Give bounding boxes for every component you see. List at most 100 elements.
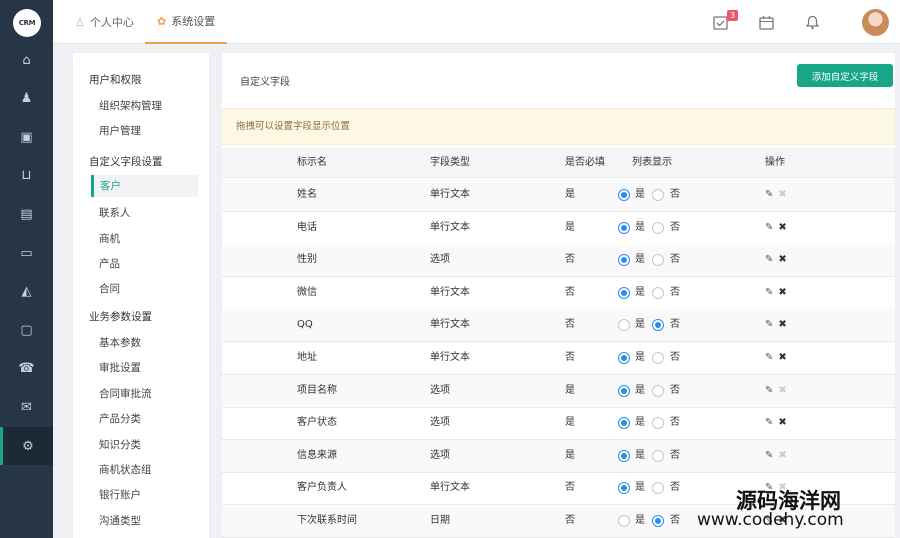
show-yes-radio[interactable] [618, 189, 630, 201]
radio-label: 否 [670, 384, 680, 396]
show-yes-radio[interactable] [618, 221, 630, 234]
sidebar-item[interactable]: 基本参数 [99, 335, 141, 350]
delete-icon[interactable]: ✖ [778, 319, 786, 330]
bell-icon[interactable] [803, 13, 821, 31]
show-yes-radio[interactable] [618, 384, 630, 397]
show-no-radio[interactable] [652, 221, 664, 234]
nav-item-gear[interactable]: ⚙ [0, 427, 53, 465]
document-icon: ▤ [20, 206, 33, 222]
field-type: 单行文本 [430, 221, 470, 233]
show-no-radio[interactable] [652, 319, 664, 332]
radio-label: 是 [635, 319, 645, 331]
sidebar-item[interactable]: 商机状态组 [99, 462, 152, 477]
table-row[interactable]: 项目名称 选项是是否 ✎ ✖ [222, 374, 895, 408]
table-row[interactable]: 信息来源 选项是是否 ✎ ✖ [222, 439, 895, 473]
show-no-radio[interactable] [652, 286, 664, 299]
edit-icon[interactable]: ✎ [765, 222, 773, 233]
table-row[interactable]: 地址 单行文本否是否 ✎ ✖ [222, 342, 895, 375]
table-row[interactable]: 微信 单行文本否是否 ✎ ✖ [222, 277, 895, 310]
show-yes-radio[interactable] [618, 417, 630, 430]
radio-label: 否 [670, 254, 680, 266]
sidebar-item[interactable]: 合同审批流 [99, 386, 152, 401]
nav-item-home[interactable]: ⌂ [0, 41, 53, 79]
sidebar-item[interactable]: 银行账户 [99, 487, 141, 502]
table-header: 标示名 字段类型 是否必填 列表显示 操作 [222, 148, 895, 178]
table-row[interactable]: QQ 单行文本否是否 ✎ ✖ [222, 309, 895, 343]
sidebar-item[interactable]: 用户管理 [99, 123, 141, 138]
show-no-radio[interactable] [652, 417, 664, 430]
delete-icon[interactable]: ✖ [778, 222, 786, 233]
show-yes-radio[interactable] [618, 352, 630, 364]
delete-icon[interactable]: ✖ [778, 254, 786, 265]
field-type: 日期 [430, 515, 450, 526]
show-yes-radio[interactable] [618, 254, 630, 267]
radio-label: 否 [670, 221, 680, 233]
column-header: 操作 [765, 157, 785, 168]
nav-item-inbox[interactable]: ⊔ [0, 157, 53, 195]
show-yes-radio[interactable] [618, 515, 630, 527]
nav-item-document[interactable]: ▤ [0, 195, 53, 233]
sidebar-item[interactable]: 审批设置 [99, 360, 141, 375]
field-name: 客户负责人 [297, 482, 347, 494]
add-custom-field-button[interactable]: 添加自定义字段 [797, 64, 893, 87]
table-row[interactable]: 客户状态 选项是是否 ✎ ✖ [222, 407, 895, 441]
calendar-icon[interactable] [757, 13, 775, 31]
show-no-radio[interactable] [652, 352, 664, 364]
show-no-radio[interactable] [652, 482, 664, 495]
table-row[interactable]: 姓名 单行文本是是否 ✎ ✖ [222, 179, 895, 212]
field-name: QQ [297, 319, 313, 331]
sidebar-item[interactable]: 知识分类 [99, 437, 141, 452]
edit-icon[interactable]: ✎ [765, 319, 773, 330]
delete-icon[interactable]: ✖ [778, 189, 786, 200]
nav-item-user[interactable]: ♟ [0, 80, 53, 118]
show-yes-radio[interactable] [618, 319, 630, 332]
edit-icon[interactable]: ✎ [765, 385, 773, 396]
show-yes-radio[interactable] [618, 449, 630, 462]
show-yes-radio[interactable] [618, 286, 630, 299]
radio-label: 否 [670, 189, 680, 200]
nav-item-chart[interactable]: ◭ [0, 273, 53, 311]
delete-icon[interactable]: ✖ [778, 287, 786, 298]
delete-icon[interactable]: ✖ [778, 417, 786, 428]
tab-label: 系统设置 [171, 15, 216, 28]
sidebar-item[interactable]: 产品 [99, 256, 120, 271]
sidebar-item[interactable]: 组织架构管理 [99, 98, 162, 113]
sidebar-item[interactable]: 产品分类 [99, 411, 141, 426]
sidebar-item[interactable]: 合同 [99, 281, 120, 296]
left-nav-bar: CRM ⌂ ♟ ▣ ⊔ ▤ ▭ ◭ ▢ ☎ ✉ ⚙ [0, 0, 53, 538]
field-name: 地址 [297, 352, 317, 363]
nav-item-briefcase[interactable]: ▣ [0, 118, 53, 156]
row-actions: ✎ ✖ [765, 212, 787, 244]
sidebar-item[interactable]: 沟通类型 [99, 513, 141, 528]
edit-icon[interactable]: ✎ [765, 352, 773, 363]
nav-item-phone[interactable]: ☎ [0, 350, 53, 388]
sidebar-item[interactable]: 商机 [99, 231, 120, 246]
edit-icon[interactable]: ✎ [765, 417, 773, 428]
tab-system-settings[interactable]: ✿ 系统设置 [145, 0, 228, 44]
show-no-radio[interactable] [652, 189, 664, 201]
show-no-radio[interactable] [652, 384, 664, 397]
edit-icon[interactable]: ✎ [765, 254, 773, 265]
delete-icon[interactable]: ✖ [778, 385, 786, 396]
avatar[interactable] [862, 9, 889, 36]
delete-icon[interactable]: ✖ [778, 352, 786, 363]
show-no-radio[interactable] [652, 515, 664, 527]
nav-item-card[interactable]: ▭ [0, 234, 53, 272]
edit-icon[interactable]: ✎ [765, 450, 773, 461]
tab-personal-center[interactable]: ♙ 个人中心 [75, 0, 134, 44]
edit-icon[interactable]: ✎ [765, 189, 773, 200]
radio-label: 否 [670, 482, 680, 494]
radio-label: 是 [635, 286, 645, 298]
show-yes-radio[interactable] [618, 482, 630, 495]
delete-icon[interactable]: ✖ [778, 450, 786, 461]
sidebar-item[interactable]: 客户 [91, 175, 198, 197]
sidebar-item[interactable]: 联系人 [99, 205, 131, 220]
table-row[interactable]: 性别 选项否是否 ✎ ✖ [222, 244, 895, 278]
edit-icon[interactable]: ✎ [765, 287, 773, 298]
nav-item-mail[interactable]: ✉ [0, 388, 53, 426]
show-no-radio[interactable] [652, 449, 664, 462]
table-row[interactable]: 电话 单行文本是是否 ✎ ✖ [222, 212, 895, 245]
show-no-radio[interactable] [652, 254, 664, 267]
nav-item-monitor[interactable]: ▢ [0, 311, 53, 349]
row-actions: ✎ ✖ [765, 277, 787, 309]
